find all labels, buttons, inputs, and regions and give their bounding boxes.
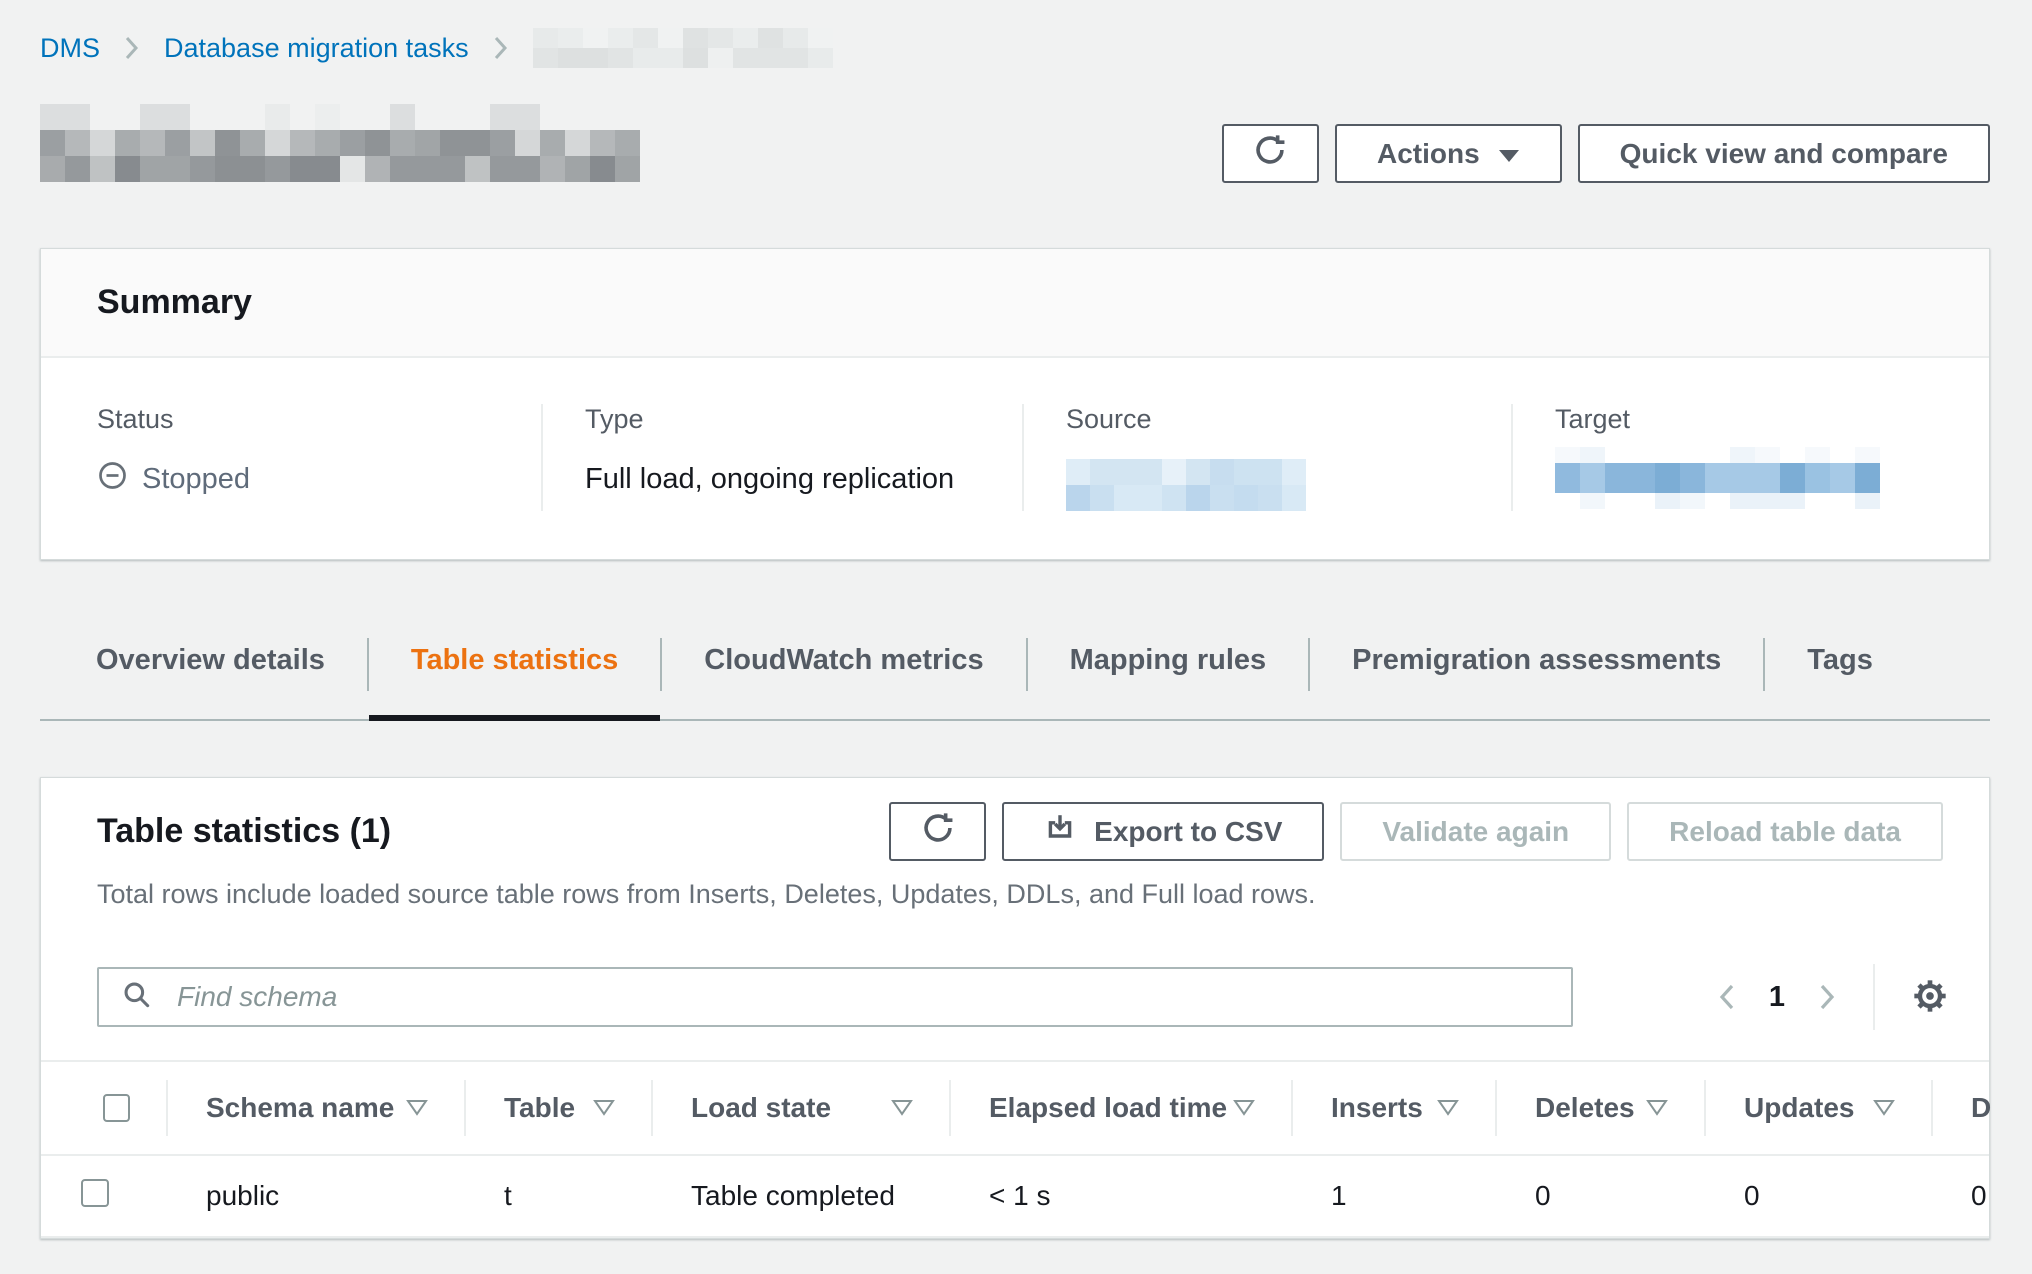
tab-table-statistics[interactable]: Table statistics — [369, 630, 660, 719]
column-header-load-state[interactable]: Load state — [651, 1062, 949, 1154]
column-header-inserts[interactable]: Inserts — [1291, 1062, 1495, 1154]
target-label: Target — [1555, 404, 1989, 435]
cell-load-state: Table completed — [651, 1180, 949, 1212]
sort-icon — [406, 1092, 428, 1124]
search-box — [97, 967, 1573, 1027]
table-statistics-card: Table statistics (1) Export to CSV Valid… — [40, 777, 1990, 1239]
tab-bar: Overview details Table statistics CloudW… — [40, 630, 1990, 721]
source-label: Source — [1066, 404, 1511, 435]
status-label: Status — [97, 404, 541, 435]
chevron-right-icon — [493, 35, 509, 61]
table-toolbar: 1 — [41, 910, 1989, 1030]
table-actions: Export to CSV Validate again Reload tabl… — [889, 802, 1943, 861]
breadcrumb-link-dms[interactable]: DMS — [40, 33, 100, 64]
page-header: Actions Quick view and compare — [40, 98, 1990, 188]
target-value-redacted — [1555, 447, 1880, 509]
status-value: Stopped — [142, 463, 250, 496]
summary-field-status: Status Stopped — [41, 404, 541, 511]
sort-icon — [1437, 1092, 1459, 1124]
select-all-cell — [41, 1062, 166, 1154]
select-all-checkbox[interactable] — [103, 1094, 130, 1122]
row-select-cell — [41, 1179, 166, 1214]
reload-button-label: Reload table data — [1669, 816, 1901, 848]
tab-premigration-assessments[interactable]: Premigration assessments — [1310, 630, 1763, 719]
next-page-button[interactable] — [1801, 969, 1853, 1025]
caret-down-icon — [1498, 138, 1520, 170]
sort-icon — [1873, 1092, 1895, 1124]
quick-view-button-label: Quick view and compare — [1620, 138, 1948, 170]
sort-icon — [593, 1092, 615, 1124]
download-icon — [1044, 812, 1076, 851]
tab-cloudwatch-metrics[interactable]: CloudWatch metrics — [662, 630, 1025, 719]
cell-schema-name: public — [166, 1180, 464, 1212]
column-header-ddls-clipped[interactable]: D — [1931, 1062, 2007, 1154]
summary-fields: Status Stopped Type Full load, ongoing r… — [41, 358, 1989, 559]
refresh-icon — [921, 811, 955, 852]
refresh-icon — [1253, 133, 1287, 174]
cell-table: t — [464, 1180, 651, 1212]
table-row[interactable]: public t Table completed < 1 s 1 0 0 0 — [41, 1156, 1989, 1238]
table-statistics-title: Table statistics (1) — [97, 812, 391, 851]
type-value: Full load, ongoing replication — [585, 459, 1022, 499]
column-header-schema-name[interactable]: Schema name — [166, 1062, 464, 1154]
page: DMS Database migration tasks Actions — [40, 0, 1990, 1239]
page-title-redacted — [40, 104, 640, 182]
cell-inserts: 1 — [1291, 1180, 1495, 1212]
previous-page-button[interactable] — [1701, 969, 1753, 1025]
cell-updates: 0 — [1704, 1180, 1931, 1212]
sort-icon — [891, 1092, 913, 1124]
tab-mapping-rules[interactable]: Mapping rules — [1028, 630, 1309, 719]
search-icon — [121, 979, 153, 1016]
table-refresh-button[interactable] — [889, 802, 986, 861]
breadcrumb-current-redacted — [533, 28, 833, 68]
cell-ddls-clipped: 0 — [1931, 1180, 1989, 1212]
summary-header: Summary — [41, 249, 1989, 358]
page-header-actions: Actions Quick view and compare — [1222, 124, 1990, 183]
quick-view-and-compare-button[interactable]: Quick view and compare — [1578, 124, 1990, 183]
cell-elapsed-load-time: < 1 s — [949, 1180, 1291, 1212]
cell-deletes: 0 — [1495, 1180, 1704, 1212]
column-header-updates[interactable]: Updates — [1704, 1062, 1931, 1154]
table-statistics-description: Total rows include loaded source table r… — [41, 861, 1989, 910]
reload-table-data-button[interactable]: Reload table data — [1627, 802, 1943, 861]
validate-button-label: Validate again — [1382, 816, 1569, 848]
summary-card: Summary Status Stopped Type Full load, o… — [40, 248, 1990, 560]
source-value-redacted — [1066, 459, 1306, 511]
breadcrumb: DMS Database migration tasks — [40, 0, 1990, 68]
summary-title: Summary — [97, 283, 1933, 322]
pagination: 1 — [1701, 964, 1961, 1030]
export-button-label: Export to CSV — [1094, 816, 1282, 848]
column-header-table[interactable]: Table — [464, 1062, 651, 1154]
tab-overview-details[interactable]: Overview details — [40, 630, 367, 719]
column-header-elapsed-load-time[interactable]: Elapsed load time — [949, 1062, 1291, 1154]
type-label: Type — [585, 404, 1022, 435]
pagination-divider — [1873, 964, 1875, 1030]
current-page-number[interactable]: 1 — [1753, 981, 1801, 1014]
validate-again-button[interactable]: Validate again — [1340, 802, 1611, 861]
chevron-right-icon — [124, 35, 140, 61]
stopped-icon — [97, 460, 128, 499]
sort-icon — [1646, 1092, 1668, 1124]
actions-button-label: Actions — [1377, 138, 1480, 170]
gear-icon — [1910, 976, 1950, 1019]
summary-field-source: Source — [1022, 404, 1511, 511]
search-input[interactable] — [177, 981, 1549, 1013]
row-checkbox[interactable] — [81, 1179, 109, 1207]
export-to-csv-button[interactable]: Export to CSV — [1002, 802, 1324, 861]
actions-button[interactable]: Actions — [1335, 124, 1562, 183]
refresh-button[interactable] — [1222, 124, 1319, 183]
summary-field-type: Type Full load, ongoing replication — [541, 404, 1022, 511]
sort-icon — [1233, 1092, 1255, 1124]
table-statistics-table: Schema name Table Load state Elapsed loa… — [41, 1060, 1989, 1238]
breadcrumb-link-tasks[interactable]: Database migration tasks — [164, 33, 469, 64]
column-header-deletes[interactable]: Deletes — [1495, 1062, 1704, 1154]
tab-tags[interactable]: Tags — [1765, 630, 1915, 719]
table-header-row: Schema name Table Load state Elapsed loa… — [41, 1062, 1989, 1156]
summary-field-target: Target — [1511, 404, 1989, 511]
settings-button[interactable] — [1899, 966, 1961, 1028]
